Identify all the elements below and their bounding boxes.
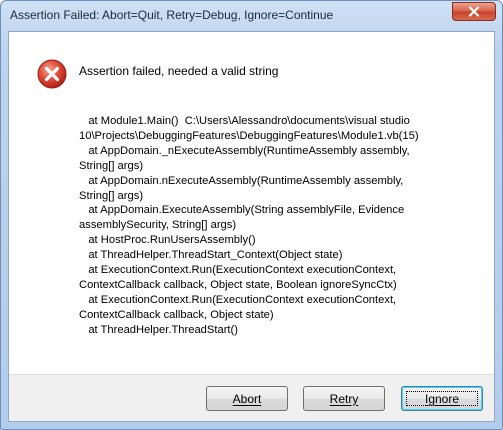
stack-trace-line: assemblySecurity, String[] args)	[79, 219, 237, 232]
stack-trace-line: at ExecutionContext.Run(ExecutionContext…	[79, 264, 397, 277]
button-bar: Abort Retry Ignore	[9, 374, 494, 421]
stack-trace-line: String[] args)	[79, 159, 144, 172]
stack-trace-line: at HostProc.RunUsersAssembly()	[79, 234, 256, 247]
stack-trace-line: at AppDomain._nExecuteAssembly(RuntimeAs…	[79, 144, 410, 157]
stack-trace-line: String[] args)	[79, 189, 144, 202]
message-heading: Assertion failed, needed a valid string	[79, 64, 279, 78]
retry-button-label: Retry	[329, 391, 359, 406]
ignore-button[interactable]: Ignore	[401, 386, 483, 411]
window-title: Assertion Failed: Abort=Quit, Retry=Debu…	[10, 8, 334, 22]
error-icon	[37, 59, 67, 89]
abort-button-label: Abort	[232, 391, 262, 406]
stack-trace-line: at AppDomain.ExecuteAssembly(String asse…	[79, 204, 405, 217]
focus-rectangle	[406, 391, 478, 406]
title-bar[interactable]: Assertion Failed: Abort=Quit, Retry=Debu…	[1, 1, 502, 31]
stack-trace-line: at Module1.Main() C:\Users\Alessandro\do…	[79, 115, 410, 127]
close-button[interactable]	[452, 2, 496, 21]
stack-trace-line: at ThreadHelper.ThreadStart_Context(Obje…	[79, 249, 343, 262]
stack-trace-line: 10\Projects\DebuggingFeatures\DebuggingF…	[79, 129, 419, 142]
stack-trace-line: at ThreadHelper.ThreadStart()	[79, 323, 238, 336]
stack-trace-line: ContextCallback callback, Object state)	[79, 308, 274, 321]
stack-trace: at Module1.Main() C:\Users\Alessandro\do…	[79, 114, 491, 338]
retry-button[interactable]: Retry	[303, 386, 385, 411]
stack-trace-line: at AppDomain.nExecuteAssembly(RuntimeAss…	[79, 174, 404, 187]
close-icon	[468, 6, 480, 17]
stack-trace-line: at ExecutionContext.Run(ExecutionContext…	[79, 293, 397, 306]
stack-trace-line: ContextCallback callback, Object state, …	[79, 278, 397, 291]
dialog-content: Assertion failed, needed a valid string …	[8, 31, 495, 422]
assertion-dialog: Assertion Failed: Abort=Quit, Retry=Debu…	[0, 0, 503, 430]
abort-button[interactable]: Abort	[206, 386, 288, 411]
